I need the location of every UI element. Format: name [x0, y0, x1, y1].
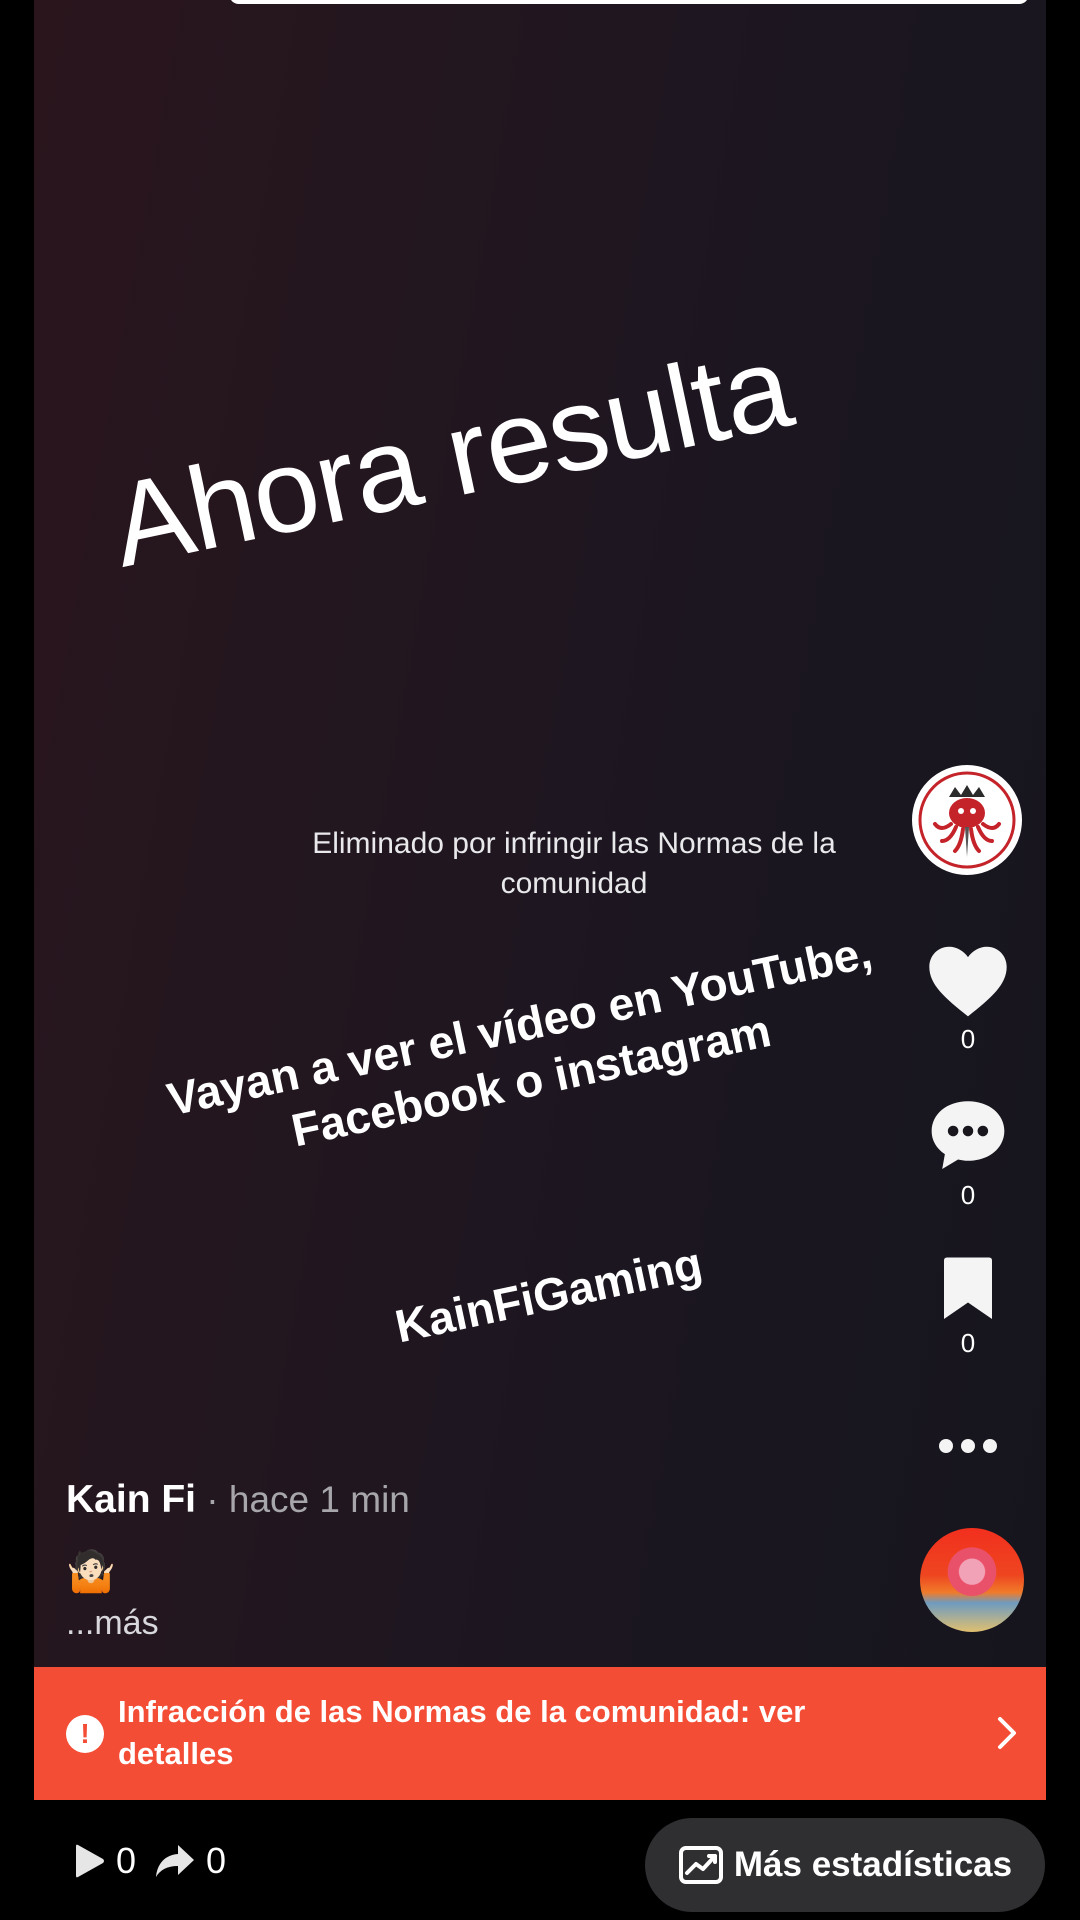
comment-icon — [931, 1101, 1005, 1170]
more-stats-label: Más estadísticas — [733, 1845, 1013, 1884]
caption-emoji: 🤷🏻 — [66, 1550, 116, 1594]
caption-author[interactable]: Kain Fi · hace 1 min — [66, 1478, 410, 1522]
post-time: · hace 1 min — [196, 1479, 410, 1520]
share-arrow-icon — [156, 1845, 195, 1877]
like-count: 0 — [960, 1024, 976, 1054]
video-overlay-title: Ahora resulta — [100, 320, 802, 593]
footer-stats: 0 0 — [72, 1840, 234, 1882]
profile-avatar[interactable] — [912, 765, 1022, 875]
play-count: 0 — [116, 1840, 137, 1881]
save-button[interactable]: 0 — [910, 1256, 1026, 1359]
warning-icon: ! — [66, 1715, 104, 1753]
caption-more-link[interactable]: ...más — [66, 1604, 159, 1643]
heart-icon — [929, 946, 1007, 1017]
ellipsis-icon — [939, 1439, 997, 1453]
play-icon — [76, 1844, 104, 1878]
octopus-logo-icon — [916, 769, 1018, 871]
like-button[interactable]: 0 — [910, 944, 1026, 1055]
bookmark-icon — [944, 1257, 992, 1319]
removed-notice: Eliminado por infringir las Normas de la… — [312, 827, 836, 900]
author-name[interactable]: Kain Fi — [66, 1478, 196, 1521]
share-count: 0 — [206, 1840, 227, 1881]
music-disc[interactable] — [920, 1528, 1024, 1632]
progress-indicator — [229, 0, 1029, 4]
video-area[interactable]: Ahora resulta Eliminado por infringir la… — [34, 0, 1046, 1667]
video-overlay-message: Vayan a ver el vídeo en YouTube, Faceboo… — [122, 915, 928, 1191]
chevron-right-icon — [998, 1717, 1016, 1749]
violation-banner[interactable]: ! Infracción de las Normas de la comunid… — [34, 1667, 1046, 1800]
more-stats-button[interactable]: Más estadísticas — [645, 1818, 1045, 1912]
analytics-chart-icon — [678, 1846, 723, 1884]
violation-text: Infracción de las Normas de la comunidad… — [118, 1694, 806, 1771]
save-count: 0 — [960, 1328, 976, 1358]
video-overlay-brand: KainFiGaming — [390, 1236, 707, 1353]
comment-count: 0 — [960, 1180, 976, 1210]
comment-button[interactable]: 0 — [910, 1098, 1026, 1211]
more-options-button[interactable] — [910, 1436, 1026, 1461]
